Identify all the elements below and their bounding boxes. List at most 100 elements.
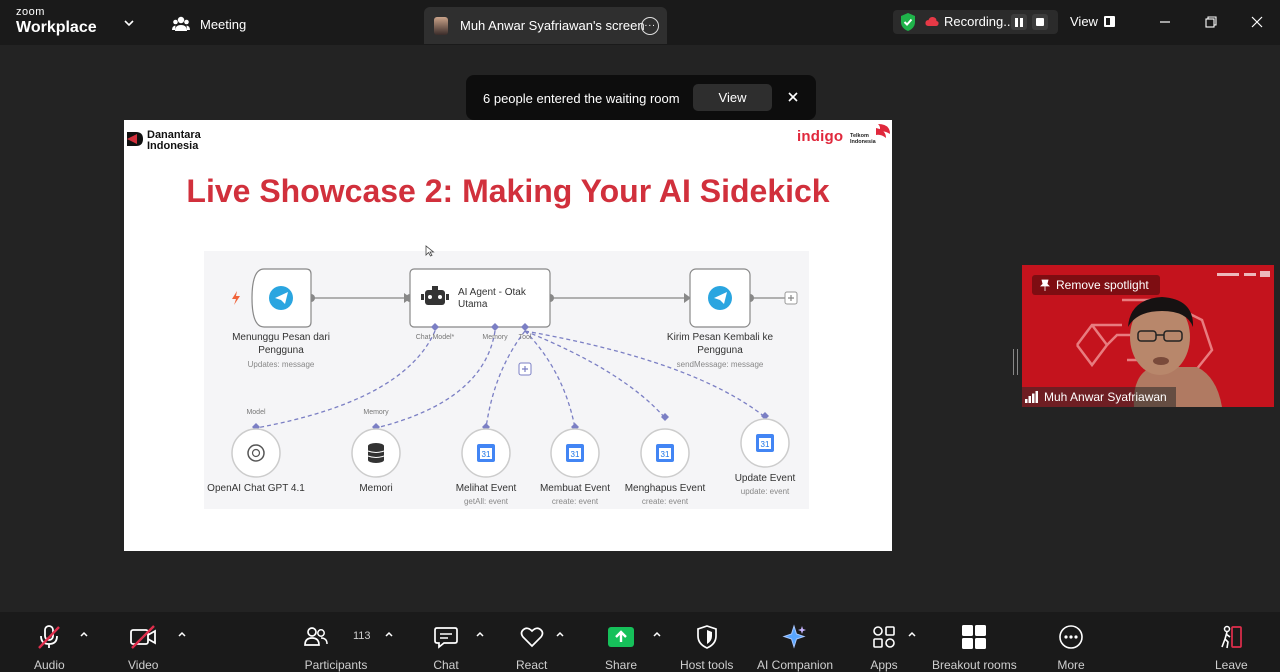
signal-bars-icon bbox=[1025, 391, 1038, 403]
notification-view-button[interactable]: View bbox=[693, 84, 772, 111]
video-button[interactable]: Video bbox=[128, 622, 158, 672]
restore-icon bbox=[1205, 16, 1217, 28]
participants-options-caret-icon[interactable] bbox=[384, 630, 394, 640]
node-menghapus-sub: create: event bbox=[641, 497, 689, 506]
audio-button[interactable]: Audio bbox=[34, 622, 65, 672]
telkom-line2: Indonesia bbox=[850, 139, 876, 145]
spotlight-video: Remove spotlight Muh Anwar Syafriawan bbox=[1022, 265, 1274, 407]
shared-slide: Danantara Indonesia indigo Telkom Indone… bbox=[124, 120, 892, 551]
breakout-rooms-icon bbox=[962, 625, 987, 649]
participant-name: Muh Anwar Syafriawan bbox=[1044, 390, 1167, 404]
app-logo: zoom Workplace bbox=[16, 7, 97, 36]
more-options-icon[interactable]: ··· bbox=[641, 17, 659, 35]
chat-button[interactable]: Chat bbox=[431, 622, 461, 672]
shield-icon bbox=[696, 625, 717, 649]
ai-sparkle-icon bbox=[782, 624, 807, 649]
apps-icon bbox=[873, 626, 895, 648]
heart-icon bbox=[520, 627, 544, 648]
apps-button[interactable]: Apps bbox=[869, 622, 899, 672]
node-melihat-sub: getAll: event bbox=[463, 497, 509, 506]
stop-recording-button[interactable] bbox=[1032, 14, 1048, 30]
memory-connector-label: Memory bbox=[363, 409, 389, 416]
cloud-record-icon bbox=[925, 16, 939, 26]
restore-button[interactable] bbox=[1201, 12, 1221, 32]
zoom-window: zoom Workplace Meeting Muh Anwar Syafria… bbox=[0, 0, 1280, 672]
more-label: More bbox=[1057, 658, 1085, 672]
view-button[interactable]: View bbox=[1070, 14, 1115, 29]
node-update-sub: update: event bbox=[740, 487, 790, 496]
telkom-text: Telkom Indonesia bbox=[850, 133, 876, 145]
mouse-cursor-icon bbox=[425, 245, 435, 257]
brand-workplace: Workplace bbox=[16, 19, 97, 36]
tab-shared-screen[interactable]: Muh Anwar Syafriawan's screen ··· bbox=[424, 7, 667, 44]
ai-companion-label: AI Companion bbox=[757, 658, 834, 672]
react-options-caret-icon[interactable] bbox=[555, 630, 565, 640]
audio-options-caret-icon[interactable] bbox=[79, 630, 89, 640]
panel-resize-handle[interactable] bbox=[1013, 349, 1018, 375]
video-label: Video bbox=[128, 658, 159, 672]
node-memori-label: Memori bbox=[359, 483, 393, 494]
title-bar: zoom Workplace Meeting Muh Anwar Syafria… bbox=[0, 0, 1280, 45]
ai-companion-button[interactable]: AI Companion bbox=[757, 622, 833, 672]
more-icon bbox=[1059, 625, 1083, 649]
node-openai-label: OpenAI Chat GPT 4.1 bbox=[207, 483, 305, 494]
send-label-2: Pengguna bbox=[697, 345, 743, 356]
trigger-label-1: Menunggu Pesan dari bbox=[232, 332, 330, 343]
pause-recording-button[interactable] bbox=[1011, 14, 1027, 30]
recording-status: Recording... bbox=[893, 10, 1058, 34]
port-tool: Tool bbox=[518, 334, 532, 341]
microphone-muted-icon bbox=[38, 625, 61, 649]
port-chat-model: Chat Model* bbox=[415, 334, 455, 341]
participants-label: Participants bbox=[304, 658, 368, 672]
svg-text:31: 31 bbox=[482, 450, 491, 459]
agent-node-label: AI Agent - Otak Utama bbox=[458, 287, 526, 311]
share-options-caret-icon[interactable] bbox=[652, 630, 662, 640]
brand-zoom: zoom bbox=[16, 6, 45, 18]
slide-title: Live Showcase 2: Making Your AI Sidekick bbox=[186, 173, 830, 209]
remove-spotlight-button[interactable]: Remove spotlight bbox=[1032, 275, 1160, 295]
react-button[interactable]: React bbox=[516, 622, 547, 672]
node-membuat-label: Membuat Event bbox=[539, 483, 611, 494]
apps-options-caret-icon[interactable] bbox=[907, 630, 917, 640]
minimize-button[interactable] bbox=[1155, 12, 1175, 32]
audio-label: Audio bbox=[34, 658, 65, 672]
node-membuat-sub: create: event bbox=[551, 497, 599, 506]
breakout-rooms-label: Breakout rooms bbox=[932, 658, 1017, 672]
port-memory: Memory bbox=[482, 334, 508, 341]
apps-label: Apps bbox=[870, 658, 898, 672]
more-button[interactable]: More bbox=[1056, 622, 1086, 672]
svg-text:31: 31 bbox=[571, 450, 580, 459]
workflow-diagram: 31 31 31 31 AI Agent - Otak Utama Menung… bbox=[204, 251, 809, 509]
tab-screen-label: Muh Anwar Syafriawan's screen bbox=[460, 18, 645, 33]
send-label-1: Kirim Pesan Kembali ke bbox=[666, 332, 774, 343]
chat-options-caret-icon[interactable] bbox=[475, 630, 485, 640]
trigger-label-2: Pengguna bbox=[258, 345, 304, 356]
video-options-caret-icon[interactable] bbox=[177, 630, 187, 640]
danantara-mark-icon bbox=[127, 132, 143, 146]
share-button[interactable]: Share bbox=[605, 622, 637, 672]
send-sub: sendMessage: message bbox=[676, 360, 764, 369]
share-screen-icon bbox=[608, 627, 635, 647]
notification-close-button[interactable] bbox=[783, 87, 803, 107]
host-tools-button[interactable]: Host tools bbox=[680, 622, 733, 672]
notification-message: 6 people entered the waiting room bbox=[483, 91, 680, 106]
tab-meeting-label: Meeting bbox=[200, 16, 247, 32]
leave-icon bbox=[1221, 625, 1243, 649]
tab-meeting[interactable]: Meeting bbox=[172, 14, 246, 34]
breakout-rooms-button[interactable]: Breakout rooms bbox=[932, 622, 1017, 672]
agent-line-1: AI Agent - Otak bbox=[458, 287, 526, 298]
recording-label: Recording... bbox=[944, 14, 1015, 29]
host-tools-label: Host tools bbox=[680, 658, 734, 672]
chat-bubble-icon bbox=[434, 627, 458, 649]
indigo-logo: indigo bbox=[797, 128, 844, 145]
close-window-button[interactable] bbox=[1247, 12, 1267, 32]
chevron-down-icon[interactable] bbox=[122, 16, 136, 30]
trigger-sub: Updates: message bbox=[247, 360, 315, 369]
model-connector-label: Model bbox=[246, 409, 266, 416]
node-menghapus-label: Menghapus Event bbox=[624, 483, 706, 494]
view-label: View bbox=[1070, 14, 1098, 29]
pin-icon bbox=[1040, 279, 1050, 291]
danantara-logo: Danantara Indonesia bbox=[126, 130, 201, 152]
leave-button[interactable]: Leave bbox=[1215, 622, 1248, 672]
meeting-toolbar: Audio Video Participants 113 Chat React … bbox=[0, 612, 1280, 672]
